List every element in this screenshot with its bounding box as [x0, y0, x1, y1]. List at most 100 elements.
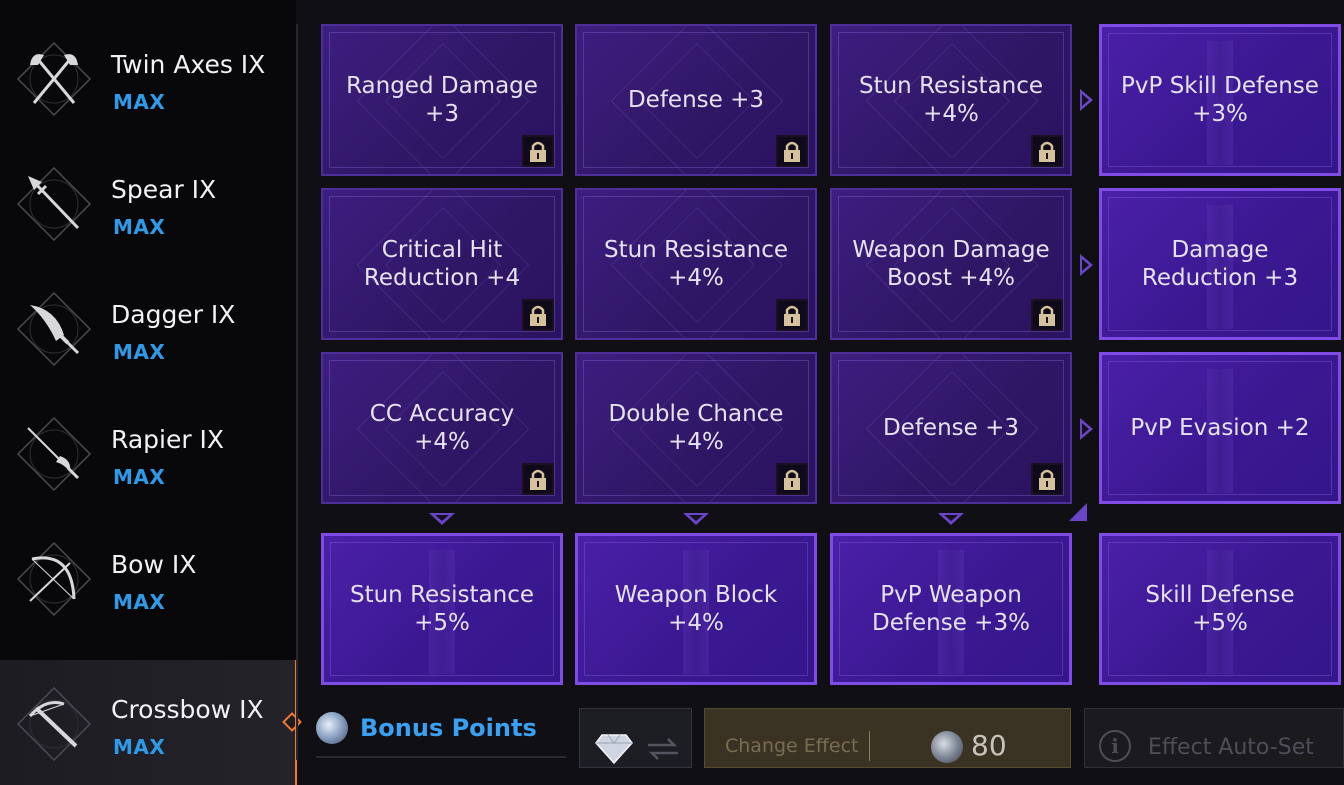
- effect-name: Defense +3: [627, 87, 765, 113]
- effect-value: +4%: [668, 265, 724, 291]
- weapon-item-spear[interactable]: Spear IX MAX: [0, 140, 296, 265]
- weapon-item-bow[interactable]: Bow IX MAX: [0, 515, 296, 640]
- twin-axes-icon: [16, 41, 92, 117]
- effect-name: PvP Evasion +2: [1130, 415, 1310, 441]
- crossbow-icon: [16, 686, 92, 762]
- effect-name: Double Chance: [608, 401, 784, 427]
- effect-cell[interactable]: PvP Evasion +2: [1099, 352, 1341, 504]
- lock-icon: [776, 135, 808, 167]
- effect-cell[interactable]: Damage Reduction +3: [1099, 188, 1341, 340]
- swap-arrows-icon: [648, 738, 678, 760]
- selection-marker-icon: [282, 712, 302, 732]
- effect-cell[interactable]: Weapon Damage Boost +4%: [830, 188, 1072, 340]
- weapon-name: Rapier IX: [111, 425, 225, 454]
- effect-name: Weapon Damage: [852, 237, 1050, 263]
- effect-value: +3%: [1192, 101, 1248, 127]
- effect-cell[interactable]: Skill Defense +5%: [1099, 533, 1341, 685]
- lock-icon: [522, 463, 554, 495]
- lock-icon: [522, 135, 554, 167]
- effect-name: Weapon Block: [614, 582, 778, 608]
- arrow-right-icon: [1080, 254, 1093, 276]
- bonus-points-icon: [316, 712, 348, 744]
- sidebar-divider: [296, 24, 298, 760]
- lock-icon: [1031, 299, 1063, 331]
- arrow-down-icon: [429, 513, 455, 525]
- effect-cell[interactable]: Defense +3: [830, 352, 1072, 504]
- effect-name: Stun Resistance: [858, 73, 1044, 99]
- effect-value: +4%: [923, 101, 979, 127]
- weapon-name: Dagger IX: [111, 300, 236, 329]
- bow-icon: [16, 541, 92, 617]
- effect-value: +4%: [414, 429, 470, 455]
- weapon-item-crossbow[interactable]: Crossbow IX MAX: [0, 660, 302, 785]
- effect-cell[interactable]: CC Accuracy +4%: [321, 352, 563, 504]
- effect-name: Damage: [1171, 237, 1269, 263]
- effect-name: PvP Weapon: [880, 582, 1022, 608]
- effect-value: Defense +3%: [872, 610, 1030, 636]
- effect-value: Reduction +3: [1141, 265, 1299, 291]
- weapon-name: Bow IX: [111, 550, 197, 579]
- coin-icon: [931, 731, 963, 763]
- effect-auto-set-label: Effect Auto-Set: [1148, 735, 1314, 760]
- effect-value: +5%: [414, 610, 470, 636]
- weapon-sidebar: Twin Axes IX MAX Spear IX MAX Dagger IX …: [0, 0, 302, 785]
- effect-name: CC Accuracy: [369, 401, 515, 427]
- lock-icon: [776, 463, 808, 495]
- divider: [869, 731, 870, 761]
- effect-name: Ranged Damage: [346, 73, 538, 99]
- effect-name: Critical Hit: [381, 237, 503, 263]
- effect-cell[interactable]: Weapon Block +4%: [575, 533, 817, 685]
- effect-cell[interactable]: Double Chance +4%: [575, 352, 817, 504]
- effect-cell[interactable]: PvP Skill Defense +3%: [1099, 24, 1341, 176]
- info-icon: i: [1099, 730, 1131, 762]
- arrow-right-icon: [1080, 89, 1093, 111]
- effect-name: Stun Resistance: [349, 582, 535, 608]
- arrow-down-icon: [683, 513, 709, 525]
- weapon-level-badge: MAX: [113, 735, 166, 759]
- effect-value: +4%: [668, 429, 724, 455]
- effect-value: +4%: [668, 610, 724, 636]
- lock-icon: [1031, 463, 1063, 495]
- weapon-name: Twin Axes IX: [111, 50, 266, 79]
- bonus-points-label: Bonus Points: [360, 714, 537, 742]
- effect-name: Skill Defense: [1145, 582, 1295, 608]
- effect-auto-set-button[interactable]: i Effect Auto-Set: [1084, 708, 1344, 768]
- arrow-down-icon: [938, 513, 964, 525]
- effect-value: Boost +4%: [887, 265, 1015, 291]
- weapon-level-badge: MAX: [113, 340, 166, 364]
- effect-cell[interactable]: Stun Resistance +4%: [575, 188, 817, 340]
- effect-cell[interactable]: Defense +3: [575, 24, 817, 176]
- weapon-level-badge: MAX: [113, 90, 166, 114]
- weapon-name: Spear IX: [111, 175, 217, 204]
- arrow-right-icon: [1080, 418, 1093, 440]
- weapon-level-badge: MAX: [113, 590, 166, 614]
- effect-name: Stun Resistance: [603, 237, 789, 263]
- effect-value: +3: [425, 101, 459, 127]
- weapon-item-rapier[interactable]: Rapier IX MAX: [0, 390, 296, 515]
- effect-cell[interactable]: Ranged Damage +3: [321, 24, 563, 176]
- spear-icon: [16, 166, 92, 242]
- weapon-name: Crossbow IX: [111, 695, 264, 724]
- divider: [316, 756, 566, 758]
- weapon-item-twin-axes[interactable]: Twin Axes IX MAX: [0, 15, 296, 140]
- effect-name: PvP Skill Defense: [1121, 73, 1319, 99]
- rapier-icon: [16, 416, 92, 492]
- cost-value: 80: [971, 729, 1007, 762]
- swap-currency-button[interactable]: [579, 708, 692, 768]
- change-effect-label: Change Effect: [725, 735, 859, 757]
- weapon-item-dagger[interactable]: Dagger IX MAX: [0, 265, 296, 390]
- lock-icon: [522, 299, 554, 331]
- effect-cell[interactable]: Critical Hit Reduction +4: [321, 188, 563, 340]
- dagger-icon: [16, 291, 92, 367]
- lock-icon: [1031, 135, 1063, 167]
- effect-cell[interactable]: Stun Resistance +4%: [830, 24, 1072, 176]
- change-effect-button[interactable]: Change Effect 80: [704, 708, 1071, 768]
- effect-name: Defense +3: [882, 415, 1020, 441]
- weapon-level-badge: MAX: [113, 215, 166, 239]
- effect-value: +5%: [1192, 610, 1248, 636]
- effect-value: Reduction +4: [363, 265, 521, 291]
- lock-icon: [776, 299, 808, 331]
- effect-cell[interactable]: Stun Resistance +5%: [321, 533, 563, 685]
- weapon-level-badge: MAX: [113, 465, 166, 489]
- effect-cell[interactable]: PvP Weapon Defense +3%: [830, 533, 1072, 685]
